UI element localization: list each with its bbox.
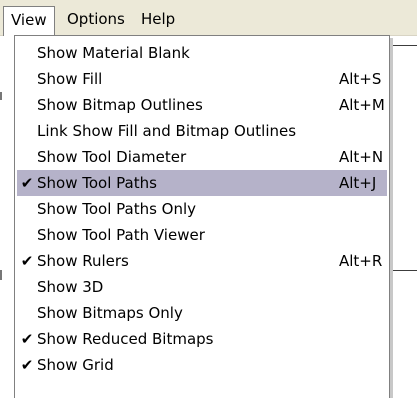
- menu-item[interactable]: Show 3D: [17, 274, 387, 300]
- checkmark-icon: [19, 118, 35, 144]
- menu-item[interactable]: ✔ Show Tool Paths Alt+J: [17, 170, 387, 196]
- menu-options[interactable]: Options: [60, 6, 132, 32]
- menu-item-label: Show Grid: [37, 356, 114, 374]
- menu-item[interactable]: Show Tool Paths Only: [17, 196, 387, 222]
- menu-item[interactable]: ✔ Show Grid: [17, 352, 387, 378]
- checkmark-icon: [19, 40, 35, 66]
- menu-item-label: Show Bitmap Outlines: [37, 96, 203, 114]
- checkmark-icon: [19, 274, 35, 300]
- menu-item[interactable]: Show Bitmaps Only: [17, 300, 387, 326]
- menu-item-label: Show Bitmaps Only: [37, 304, 183, 322]
- checkmark-icon: [19, 144, 35, 170]
- menu-item-label: Show Tool Paths Only: [37, 200, 197, 218]
- checkmark-icon: ✔: [20, 252, 34, 270]
- menu-item-shortcut: Alt+N: [339, 148, 384, 166]
- menu-item-label: Show Tool Paths: [37, 174, 157, 192]
- background-window: [390, 36, 417, 398]
- checkmark-icon: ✔: [20, 356, 34, 374]
- background-divider: [392, 45, 417, 46]
- menu-item-shortcut: Alt+M: [339, 96, 385, 114]
- checkmark-icon: [19, 196, 35, 222]
- checkmark-icon: [19, 222, 35, 248]
- checkmark-icon: [19, 300, 35, 326]
- menu-item-label: Show Material Blank: [37, 44, 190, 62]
- menu-item-label: Show 3D: [37, 278, 104, 296]
- menu-item[interactable]: Show Tool Diameter Alt+N: [17, 144, 387, 170]
- menu-item[interactable]: Show Material Blank: [17, 40, 387, 66]
- menu-item-label: Show Fill: [37, 70, 103, 88]
- menu-item-label: Show Tool Diameter: [37, 148, 187, 166]
- checkmark-icon: [19, 92, 35, 118]
- menu-bar: View Options Help: [0, 0, 417, 36]
- checkmark-icon: ✔: [20, 174, 34, 192]
- screen: View Options Help Show Material Blank Sho…: [0, 0, 417, 398]
- background-divider: [0, 92, 2, 100]
- menu-item[interactable]: ✔ Show Reduced Bitmaps: [17, 326, 387, 352]
- menu-item[interactable]: Show Bitmap Outlines Alt+M: [17, 92, 387, 118]
- checkmark-icon: [19, 66, 35, 92]
- background-divider: [0, 270, 2, 280]
- menu-item-shortcut: Alt+R: [339, 252, 383, 270]
- menu-item-label: Show Reduced Bitmaps: [37, 330, 214, 348]
- menu-view[interactable]: View: [3, 6, 55, 36]
- menu-item[interactable]: Link Show Fill and Bitmap Outlines: [17, 118, 387, 144]
- checkmark-icon: ✔: [20, 330, 34, 348]
- view-dropdown-menu: Show Material Blank Show Fill Alt+S Show Bi…: [14, 35, 390, 398]
- menu-item[interactable]: ✔ Show Rulers Alt+R: [17, 248, 387, 274]
- background-divider: [392, 56, 393, 126]
- menu-item-label: Show Tool Path Viewer: [37, 226, 205, 244]
- menu-help[interactable]: Help: [134, 6, 182, 32]
- menu-item[interactable]: Show Tool Path Viewer: [17, 222, 387, 248]
- menu-item-shortcut: Alt+J: [339, 174, 377, 192]
- menu-item-label: Show Rulers: [37, 252, 129, 270]
- menu-item-label: Link Show Fill and Bitmap Outlines: [37, 122, 297, 140]
- menu-item-shortcut: Alt+S: [339, 70, 382, 88]
- menu-item[interactable]: Show Fill Alt+S: [17, 66, 387, 92]
- background-divider: [392, 270, 417, 271]
